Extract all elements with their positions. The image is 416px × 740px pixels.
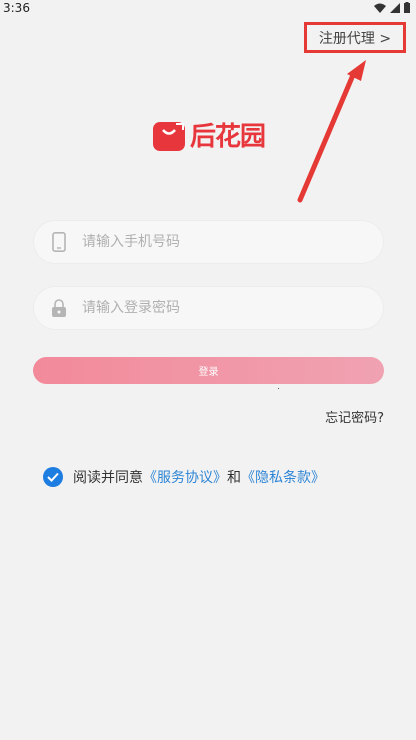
agreement-and: 和 <box>227 470 241 486</box>
phone-field[interactable] <box>33 220 384 264</box>
password-field[interactable] <box>33 286 384 330</box>
lock-icon <box>52 299 66 317</box>
logo-text: 后花园 <box>190 122 266 152</box>
checkmark-icon <box>47 472 59 482</box>
wifi-icon <box>374 3 386 13</box>
app-logo: 后花园 <box>152 116 266 153</box>
phone-icon <box>52 232 66 252</box>
forgot-password-link[interactable]: 忘记密码? <box>325 407 384 426</box>
stray-dot <box>278 388 279 389</box>
register-agent-label: 注册代理 > <box>318 30 392 47</box>
agreement-row: 阅读并同意 《服务协议》 和 《隐私条款》 <box>43 467 325 487</box>
agreement-prefix: 阅读并同意 <box>73 470 143 486</box>
status-icons <box>374 2 410 13</box>
signal-icon <box>390 2 400 13</box>
status-bar: 3:36 <box>0 0 416 18</box>
agreement-checkbox[interactable] <box>43 467 63 487</box>
phone-input[interactable] <box>80 233 344 251</box>
login-button[interactable]: 登录 <box>33 357 384 384</box>
register-agent-link[interactable]: 注册代理 > <box>304 22 406 53</box>
login-label: 登录 <box>198 367 219 378</box>
battery-icon <box>404 2 410 13</box>
shopping-bag-icon <box>153 121 185 151</box>
status-time: 3:36 <box>3 1 30 15</box>
privacy-policy-link[interactable]: 《隐私条款》 <box>241 467 325 487</box>
password-input[interactable] <box>80 299 344 317</box>
service-agreement-link[interactable]: 《服务协议》 <box>143 467 227 487</box>
